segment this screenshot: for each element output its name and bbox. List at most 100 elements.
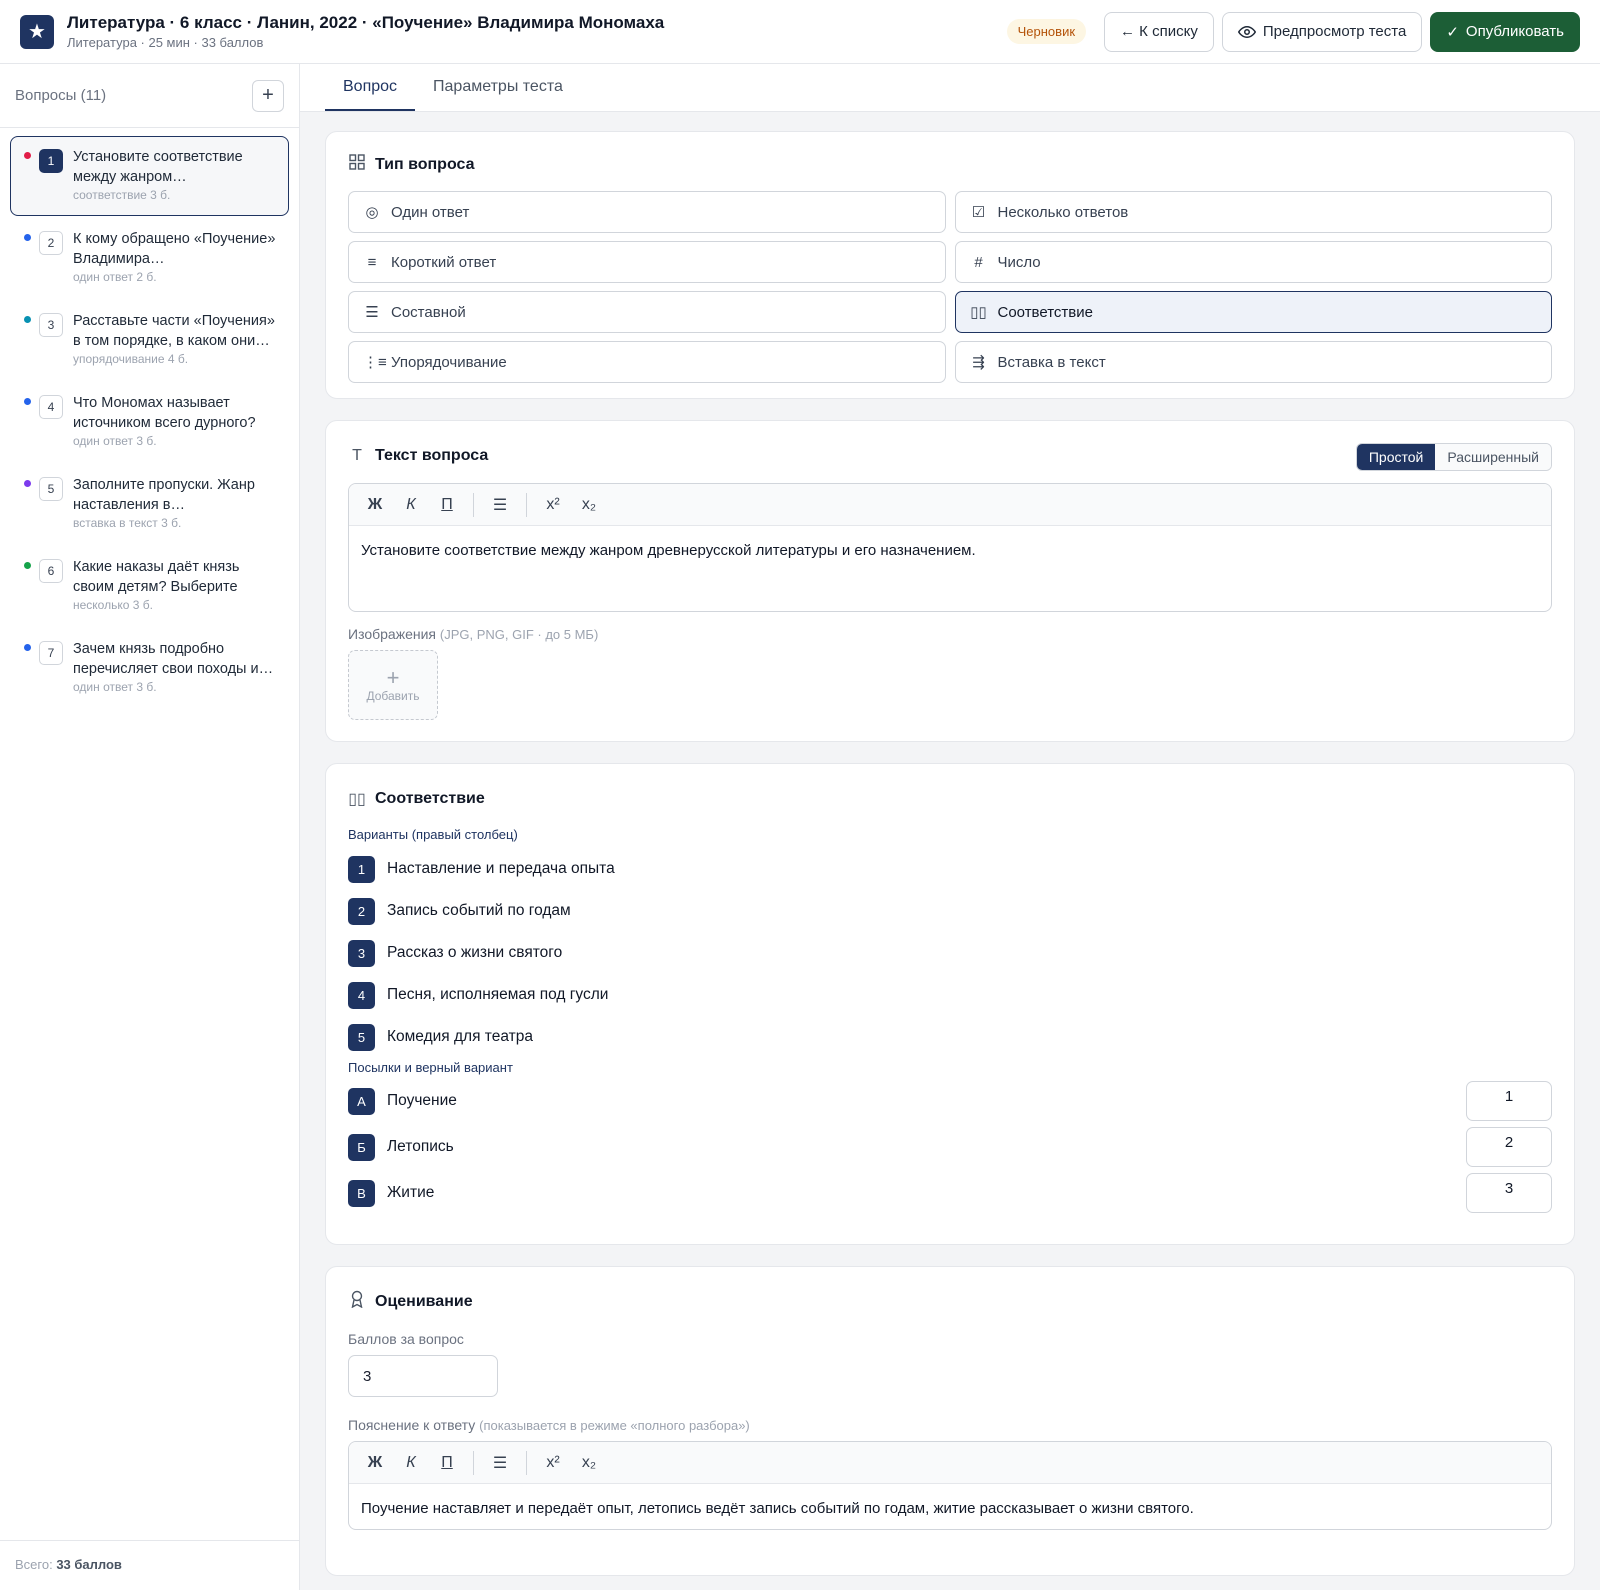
question-list-item[interactable]: 5 Заполните пропуски. Жанр наставления в…… bbox=[10, 464, 289, 544]
ordered-list-icon: ⋮≡ bbox=[363, 354, 387, 371]
images-label: Изображения bbox=[348, 626, 436, 642]
answer-input[interactable]: 2 bbox=[1466, 1127, 1552, 1167]
points-input[interactable]: 3 bbox=[348, 1355, 498, 1397]
grid-icon bbox=[348, 154, 366, 175]
option-text[interactable]: Рассказ о жизни святого bbox=[387, 944, 562, 962]
subscript-button[interactable]: x₂ bbox=[571, 496, 607, 514]
question-meta: вставка в текст 3 б. bbox=[73, 516, 182, 530]
option-number: 5 bbox=[348, 1023, 375, 1051]
tab-question[interactable]: Вопрос bbox=[325, 64, 416, 111]
type-label: Число bbox=[997, 253, 1041, 271]
underline-button[interactable]: П bbox=[429, 1454, 465, 1472]
text-lines-icon: ≡ bbox=[367, 253, 377, 271]
editor-toolbar: Ж К П ☰ x² x₂ bbox=[349, 484, 1551, 526]
answer-input[interactable]: 3 bbox=[1466, 1173, 1552, 1213]
star-logo-icon: ★ bbox=[20, 14, 54, 49]
publish-button[interactable]: ✓ Опубликовать bbox=[1430, 11, 1580, 52]
type-fill-in-text[interactable]: ⇶ Вставка в текст bbox=[954, 341, 1552, 383]
type-matching[interactable]: ▯▯ Соответствие bbox=[954, 291, 1552, 333]
type-number[interactable]: # Число bbox=[954, 241, 1552, 283]
matching-option: 4 Песня, исполняемая под гусли bbox=[348, 980, 1552, 1010]
mode-extended-button[interactable]: Расширенный bbox=[1435, 444, 1551, 470]
question-number: 4 bbox=[39, 395, 63, 419]
answer-input[interactable]: 1 bbox=[1466, 1081, 1552, 1121]
toolbar-divider bbox=[526, 492, 527, 517]
type-label: Вставка в текст bbox=[997, 353, 1106, 371]
type-short-answer[interactable]: ≡ Короткий ответ bbox=[348, 241, 946, 283]
question-list-item[interactable]: 3 Расставьте части «Поучения» в том поряд… bbox=[10, 300, 289, 380]
superscript-button[interactable]: x² bbox=[535, 496, 571, 514]
type-ordering[interactable]: ⋮≡ Упорядочивание bbox=[348, 341, 946, 383]
list-button[interactable]: ☰ bbox=[482, 495, 518, 515]
total-value: 33 баллов bbox=[56, 1557, 122, 1572]
type-single-choice[interactable]: ◎ Один ответ bbox=[348, 191, 946, 233]
subscript-button[interactable]: x₂ bbox=[571, 1454, 607, 1472]
mode-simple-button[interactable]: Простой bbox=[1356, 444, 1436, 470]
matching-option: 1 Наставление и передача опыта bbox=[348, 854, 1552, 884]
bold-button[interactable]: Ж bbox=[357, 1454, 393, 1472]
type-label: Упорядочивание bbox=[391, 353, 507, 371]
matching-option: 5 Комедия для театра bbox=[348, 1022, 1552, 1052]
points-label: Баллов за вопрос bbox=[348, 1331, 464, 1347]
premise-text[interactable]: Летопись bbox=[387, 1138, 454, 1156]
option-text[interactable]: Запись событий по годам bbox=[387, 902, 571, 920]
question-list-item[interactable]: 1 Установите соответствие между жанром… со… bbox=[10, 136, 289, 216]
matching-premise: Б Летопись 2 bbox=[348, 1127, 1552, 1167]
tab-test-settings[interactable]: Параметры теста bbox=[415, 64, 581, 111]
premise-text[interactable]: Поучение bbox=[387, 1092, 457, 1110]
options-list: 1 Наставление и передача опыта 2 Запись соб… bbox=[348, 854, 1552, 1052]
question-preview: Расставьте части «Поучения» в том порядк… bbox=[73, 313, 275, 349]
total-label: Всего: bbox=[15, 1557, 57, 1572]
underline-button[interactable]: П bbox=[429, 496, 465, 514]
question-number: 3 bbox=[39, 313, 63, 337]
question-preview: Какие наказы даёт князь своим детям? Выб… bbox=[73, 559, 240, 595]
option-text[interactable]: Комедия для театра bbox=[387, 1028, 533, 1046]
status-dot bbox=[24, 398, 31, 405]
add-question-button[interactable]: + bbox=[252, 79, 284, 112]
question-preview: Что Мономах называет источником всего ду… bbox=[73, 395, 256, 431]
question-list-item[interactable]: 6 Какие наказы даёт князь своим детям? Вы… bbox=[10, 546, 289, 626]
status-dot bbox=[24, 316, 31, 323]
sidebar-header: Вопросы (11) + bbox=[0, 64, 299, 128]
grading-title: Оценивание bbox=[375, 1292, 473, 1310]
bold-button[interactable]: Ж bbox=[357, 496, 393, 514]
question-list-item[interactable]: 4 Что Мономах называет источником всего д… bbox=[10, 382, 289, 462]
text-type-icon: T bbox=[352, 447, 362, 464]
option-text[interactable]: Песня, исполняемая под гусли bbox=[387, 986, 608, 1004]
question-type-title: Тип вопроса bbox=[375, 155, 475, 173]
option-text[interactable]: Наставление и передача опыта bbox=[387, 860, 615, 878]
question-list-item[interactable]: 2 К кому обращено «Поучение» Владимира… од… bbox=[10, 218, 289, 298]
toolbar-divider bbox=[473, 1450, 474, 1475]
question-preview: Заполните пропуски. Жанр наставления в… bbox=[73, 477, 255, 513]
option-number: 2 bbox=[348, 897, 375, 925]
premise-text[interactable]: Житие bbox=[387, 1184, 434, 1202]
type-multiple-choice[interactable]: ☑ Несколько ответов bbox=[954, 191, 1552, 233]
add-image-button[interactable]: + Добавить bbox=[348, 650, 438, 720]
preview-button[interactable]: Предпросмотр теста bbox=[1221, 11, 1423, 52]
question-number: 5 bbox=[39, 477, 63, 501]
list-button[interactable]: ☰ bbox=[482, 1453, 518, 1473]
matching-option: 3 Рассказ о жизни святого bbox=[348, 938, 1552, 968]
checkbox-icon: ☑ bbox=[971, 204, 986, 221]
sidebar: Вопросы (11) + 1 Установите соответствие … bbox=[0, 64, 300, 1590]
back-to-list-button[interactable]: ← К списку bbox=[1104, 11, 1214, 52]
italic-button[interactable]: К bbox=[393, 1454, 429, 1472]
list-icon: ☰ bbox=[365, 304, 379, 321]
question-number: 7 bbox=[39, 641, 63, 665]
premise-letter: Б bbox=[348, 1133, 375, 1161]
status-dot bbox=[24, 562, 31, 569]
question-text-content[interactable]: Установите соответствие между жанром дре… bbox=[349, 526, 1551, 575]
question-number: 2 bbox=[39, 231, 63, 255]
add-image-label: Добавить bbox=[366, 689, 420, 703]
question-list-item[interactable]: 7 Зачем князь подробно перечисляет свои п… bbox=[10, 628, 289, 708]
top-bar: ★ Литература · 6 класс · Ланин, 2022 · «… bbox=[0, 0, 1600, 64]
italic-button[interactable]: К bbox=[393, 496, 429, 514]
question-preview: К кому обращено «Поучение» Владимира… bbox=[73, 231, 276, 267]
explanation-content[interactable]: Поучение наставляет и передаёт опыт, лет… bbox=[349, 1484, 1551, 1529]
matching-option: 2 Запись событий по годам bbox=[348, 896, 1552, 926]
premise-letter: В bbox=[348, 1179, 375, 1207]
page-title: Литература · 6 класс · Ланин, 2022 · «По… bbox=[67, 13, 665, 32]
matching-card: ▯▯ Соответствие Варианты (правый столбец… bbox=[325, 763, 1575, 1245]
type-composite[interactable]: ☰ Составной bbox=[348, 291, 946, 333]
superscript-button[interactable]: x² bbox=[535, 1454, 571, 1472]
